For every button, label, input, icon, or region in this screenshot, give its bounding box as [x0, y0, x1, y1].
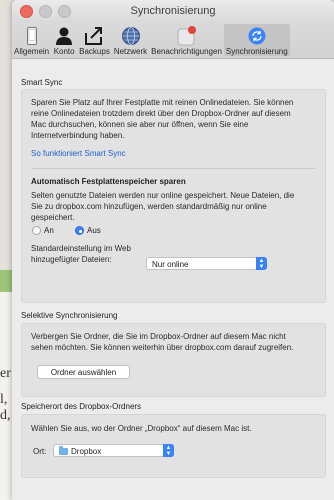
auto-save-title: Automatisch Festplattenspeicher sparen: [31, 177, 186, 186]
radio-an[interactable]: An: [32, 226, 54, 235]
zoom-button[interactable]: [58, 5, 71, 18]
toolbar: Allgemein Konto Backups Netzwerk Benachr…: [12, 22, 334, 59]
chevron-updown-icon: ▲ ▼: [163, 444, 174, 457]
preferences-window: Synchronisierung Allgemein Konto Backups…: [12, 0, 334, 500]
location-label: Ort:: [33, 447, 47, 456]
description-line: Sparen Sie Platz auf Ihrer Festplatte mi…: [31, 98, 294, 107]
tab-synchronisierung[interactable]: Synchronisierung: [223, 24, 290, 56]
background-text: d,: [0, 408, 11, 423]
radio-circle[interactable]: [32, 226, 41, 235]
backup-icon: [83, 26, 105, 46]
sync-icon: [246, 26, 268, 46]
folder-icon: [59, 446, 68, 455]
selective-sync-description: Verbergen Sie Ordner, die Sie im Dropbox…: [31, 331, 293, 353]
tab-label: Synchronisierung: [225, 47, 288, 56]
phone-icon: [21, 26, 43, 46]
radio-label: Aus: [87, 226, 101, 235]
tab-label: Backups: [79, 47, 110, 56]
description-line: sehen möchten. Sie können weiterhin über…: [31, 343, 294, 352]
smart-sync-description: Sparen Sie Platz auf Ihrer Festplatte mi…: [31, 97, 293, 141]
location-description: Wählen Sie aus, wo der Ordner „Dropbox“ …: [31, 424, 252, 433]
radio-circle-selected[interactable]: [75, 226, 84, 235]
section-title-smart-sync: Smart Sync: [21, 78, 63, 87]
chevron-updown-icon: ▲ ▼: [256, 257, 267, 270]
tab-label: Konto: [53, 47, 75, 56]
description-line: Verbergen Sie Ordner, die Sie im Dropbox…: [31, 332, 286, 341]
background-text: l,: [0, 392, 8, 407]
tab-label: Allgemein: [14, 47, 50, 56]
label-line: hinzugefügter Dateien:: [31, 255, 112, 264]
background-text: er: [0, 366, 11, 381]
choose-folders-button[interactable]: Ordner auswählen: [37, 365, 130, 379]
description-line: gespeichert.: [31, 213, 75, 222]
section-title-selective-sync: Selektive Synchronisierung: [21, 311, 118, 320]
description-line: Sie zu dropbox.com hinzufügen, werden st…: [31, 202, 267, 211]
location-panel: Wählen Sie aus, wo der Ordner „Dropbox“ …: [21, 414, 326, 478]
description-line: Mac durchsuchen, können sie aber nur öff…: [31, 120, 249, 129]
minimize-button[interactable]: [39, 5, 52, 18]
radio-aus[interactable]: Aus: [75, 226, 101, 235]
tab-netzwerk[interactable]: Netzwerk: [112, 24, 149, 56]
smart-sync-panel: Sparen Sie Platz auf Ihrer Festplatte mi…: [21, 89, 326, 303]
label-line: Standardeinstellung im Web: [31, 244, 131, 253]
divider: [32, 168, 315, 169]
background-highlight: [0, 270, 12, 292]
select-value: Nur online: [152, 260, 189, 269]
tab-label: Benachrichtigungen: [151, 47, 222, 56]
selective-sync-panel: Verbergen Sie Ordner, die Sie im Dropbox…: [21, 323, 326, 397]
select-value: Dropbox: [71, 447, 102, 456]
notification-icon: [176, 26, 198, 46]
tab-benachrichtigungen[interactable]: Benachrichtigungen: [149, 24, 224, 56]
preferences-content: Smart Sync Sparen Sie Platz auf Ihrer Fe…: [12, 58, 334, 500]
tab-backups[interactable]: Backups: [77, 24, 112, 56]
description-line: Selten genutzte Dateien werden nur onlin…: [31, 191, 295, 200]
location-select[interactable]: Dropbox ▲ ▼: [53, 444, 174, 457]
title-bar[interactable]: Synchronisierung: [12, 0, 334, 22]
tab-allgemein[interactable]: Allgemein: [12, 24, 51, 56]
person-icon: [53, 26, 75, 46]
radio-label: An: [44, 226, 54, 235]
description-line: Internetverbindung haben.: [31, 131, 125, 140]
smart-sync-help-link[interactable]: So funktioniert Smart Sync: [31, 148, 126, 159]
auto-save-description: Selten genutzte Dateien werden nur onlin…: [31, 190, 294, 223]
default-setting-label: Standardeinstellung im Web hinzugefügter…: [31, 243, 131, 265]
default-setting-select[interactable]: Nur online ▲ ▼: [146, 257, 267, 270]
tab-konto[interactable]: Konto: [51, 24, 77, 56]
close-button[interactable]: [20, 5, 33, 18]
description-line: reine Onlinedateien trotzdem direkt über…: [31, 109, 291, 118]
tab-label: Netzwerk: [113, 47, 148, 56]
section-title-location: Speicherort des Dropbox-Ordners: [21, 402, 142, 411]
globe-icon: [120, 26, 142, 46]
